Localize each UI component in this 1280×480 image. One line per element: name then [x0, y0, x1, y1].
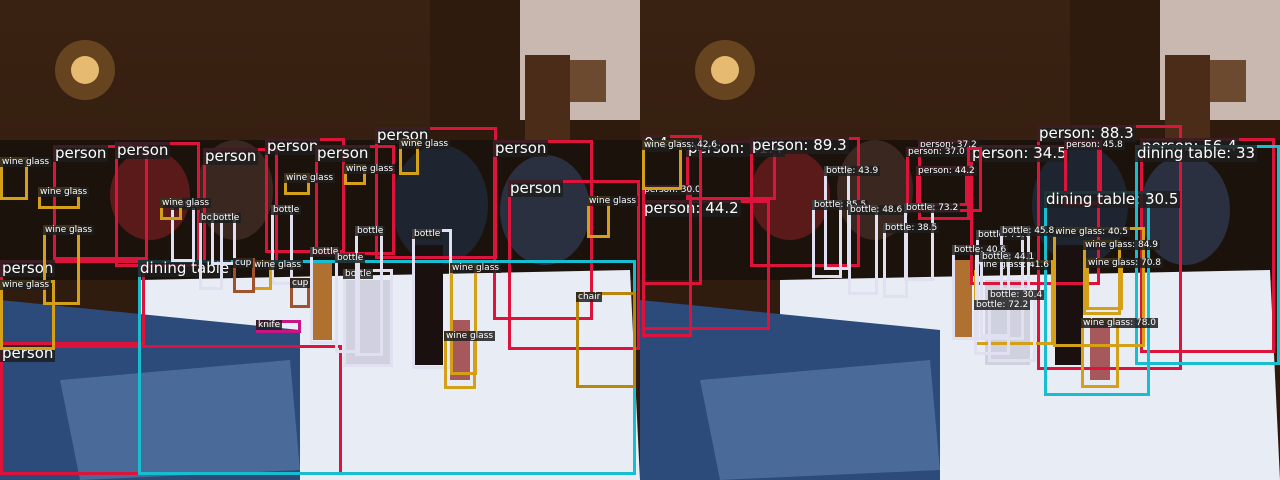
gt-wine-glass-box: wine glass: [399, 139, 451, 175]
pred-detection-label: wine glass: 84.9: [1083, 240, 1161, 251]
gt-wine-glass-box: wine glass: [252, 260, 304, 290]
pred-detection-label: bottle: 38.5: [883, 223, 940, 234]
gt-detection-label: wine glass: [284, 173, 336, 184]
gt-detection-label: wine glass: [160, 198, 212, 209]
gt-cup-box: cup: [233, 258, 255, 293]
gt-detection-label: bottle: [412, 229, 443, 240]
gt-detection-label: person: [493, 139, 549, 158]
gt-bottle-box: bottle: [310, 247, 341, 344]
gt-cup-box: cup: [290, 278, 311, 308]
gt-wine-glass-box: wine glass: [160, 198, 212, 220]
pred-person-box: person: 44.2: [916, 166, 977, 206]
pred-detection-label: bottle: 44.1: [980, 252, 1037, 263]
pred-detection-label: person: 89.3: [750, 136, 849, 155]
pred-detection-label: wine glass: 70.8: [1086, 258, 1164, 269]
gt-bottle-box: bottle: [335, 253, 366, 353]
pred-detection-label: bottle: 73.2: [904, 203, 961, 214]
gt-detection-label: wine glass: [43, 225, 95, 236]
gt-detection-label: bottle: [335, 253, 366, 264]
gt-detection-label: person: [508, 179, 564, 198]
pred-bottle-box: bottle: 48.6: [848, 205, 905, 295]
pred-detection-label: person: 34.5: [970, 144, 1069, 163]
pred-detection-label: person: 44.2: [916, 166, 977, 177]
gt-detection-label: person: [203, 147, 259, 166]
gt-wine-glass-box: wine glass: [344, 164, 396, 185]
gt-detection-label: wine glass: [344, 164, 396, 175]
gt-detection-label: person: [115, 141, 171, 160]
gt-detection-label: wine glass: [399, 139, 451, 150]
gt-wine-glass-box: wine glass: [0, 280, 55, 350]
gt-bottle-box: bottle: [271, 205, 302, 285]
gt-detection-label: bottle: [211, 213, 242, 224]
gt-wine-glass-box: wine glass: [0, 157, 52, 200]
pred-detection-label: wine glass: 42.6: [642, 140, 720, 151]
pred-bottle-box: bottle: 85.5: [812, 200, 869, 278]
gt-wine-glass-box: wine glass: [284, 173, 336, 195]
gt-detection-label: wine glass: [0, 157, 52, 168]
gt-detection-label: person: [53, 144, 109, 163]
gt-wine-glass-box: wine glass: [444, 331, 496, 389]
gt-wine-glass-box: wine glass: [587, 196, 639, 238]
gt-detection-label: bottle: [271, 205, 302, 216]
gt-knife-box: knife: [256, 320, 301, 333]
gt-detection-label: wine glass: [38, 187, 90, 198]
pred-detection-label: dining table: 33: [1135, 144, 1258, 163]
pred-detection-label: bottle: 30.4: [988, 290, 1045, 301]
gt-chair-box: chair: [576, 292, 636, 388]
gt-detection-label: chair: [576, 292, 603, 303]
gt-wine-glass-box: wine glass: [38, 187, 90, 209]
pred-bottle-box: bottle: 72.2: [974, 300, 1031, 355]
pred-detection-label: bottle: 43.9: [824, 166, 881, 177]
gt-detection-label: wine glass: [252, 260, 304, 271]
pred-detection-label: bottle: 45.8: [1000, 226, 1057, 237]
pred-detection-label: bottle: 48.6: [848, 205, 905, 216]
pred-dining-table-box: dining table: 33: [1135, 144, 1280, 365]
pred-detection-label: wine glass: 78.0: [1081, 318, 1159, 329]
pred-detection-label: person: 37.0: [906, 147, 967, 158]
gt-detection-label: wine glass: [0, 280, 52, 291]
gt-detection-label: person: [315, 144, 371, 163]
pred-detection-label: person: 45.8: [1064, 140, 1125, 151]
pred-wine-glass-box: wine glass: 70.8: [1086, 258, 1164, 310]
detection-panel-left: person person person person person person pers…: [0, 0, 640, 480]
pred-bottle-box: bottle: 73.2: [904, 203, 961, 281]
pred-detection-label: bottle: 72.2: [974, 300, 1031, 311]
detection-panel-right: person: 61.4 person: 89.3 person: 88.3 pers…: [640, 0, 1280, 480]
gt-detection-label: wine glass: [587, 196, 639, 207]
gt-detection-label: wine glass: [450, 263, 502, 274]
gt-detection-label: person: [265, 137, 321, 156]
pred-wine-glass-box: wine glass: 42.6: [642, 140, 720, 190]
gt-detection-label: cup: [290, 278, 311, 289]
gt-detection-label: bottle: [355, 226, 386, 237]
gt-detection-label: cup: [233, 258, 254, 269]
pred-bottle-box: bottle: 38.5: [883, 223, 940, 298]
gt-detection-label: wine glass: [444, 331, 496, 342]
pred-wine-glass-box: wine glass: 78.0: [1081, 318, 1159, 388]
pred-detection-label: wine glass: 40.5: [1053, 227, 1131, 238]
gt-detection-label: knife: [256, 320, 283, 331]
